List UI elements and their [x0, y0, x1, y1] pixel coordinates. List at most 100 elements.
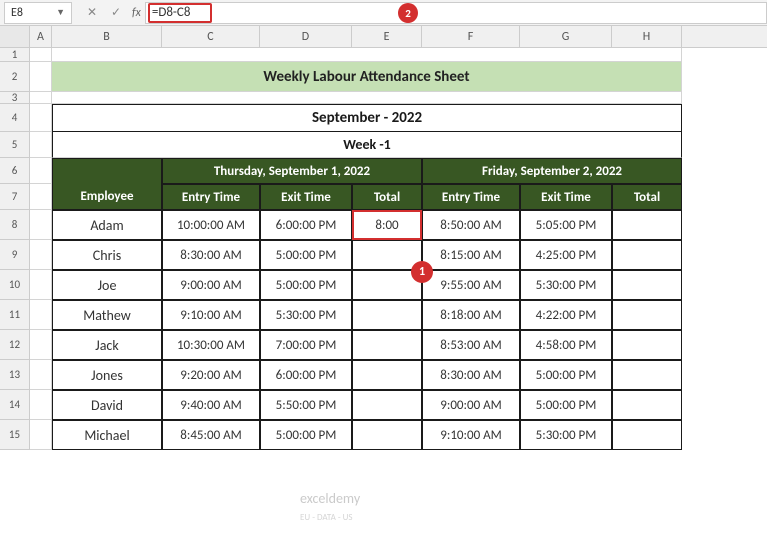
exit-time-1[interactable]: 5:30:00 PM: [260, 300, 352, 330]
entry-time-1[interactable]: 9:20:00 AM: [162, 360, 260, 390]
total-2[interactable]: [612, 330, 682, 360]
row-header[interactable]: 12: [0, 330, 30, 360]
formula-input[interactable]: =D8-C8: [145, 2, 767, 24]
cell[interactable]: [30, 270, 52, 300]
row-header[interactable]: 11: [0, 300, 30, 330]
exit-time-2[interactable]: 4:25:00 PM: [520, 240, 612, 270]
entry-time-2[interactable]: 8:50:00 AM: [422, 210, 520, 240]
exit-time-1[interactable]: 5:00:00 PM: [260, 240, 352, 270]
total-1[interactable]: [352, 360, 422, 390]
employee-name[interactable]: Chris: [52, 240, 162, 270]
employee-name[interactable]: Joe: [52, 270, 162, 300]
entry-header-1[interactable]: Entry Time: [162, 184, 260, 210]
exit-time-2[interactable]: 5:05:00 PM: [520, 210, 612, 240]
total-2[interactable]: [612, 210, 682, 240]
exit-time-2[interactable]: 5:30:00 PM: [520, 420, 612, 450]
cell[interactable]: [30, 390, 52, 420]
row-header[interactable]: 13: [0, 360, 30, 390]
day2-header[interactable]: Friday, September 2, 2022: [422, 158, 682, 184]
total-2[interactable]: [612, 240, 682, 270]
day1-header[interactable]: Thursday, September 1, 2022: [162, 158, 422, 184]
col-header-H[interactable]: H: [612, 26, 682, 47]
row-header[interactable]: 10: [0, 270, 30, 300]
exit-time-1[interactable]: 6:00:00 PM: [260, 210, 352, 240]
cell[interactable]: [30, 48, 52, 62]
cell[interactable]: [30, 420, 52, 450]
entry-time-1[interactable]: 9:40:00 AM: [162, 390, 260, 420]
total-2[interactable]: [612, 270, 682, 300]
entry-time-2[interactable]: 9:55:00 AM: [422, 270, 520, 300]
fx-icon[interactable]: fx: [132, 6, 141, 20]
row-header[interactable]: 14: [0, 390, 30, 420]
exit-header-2[interactable]: Exit Time: [520, 184, 612, 210]
entry-time-1[interactable]: 10:00:00 AM: [162, 210, 260, 240]
exit-time-1[interactable]: 5:00:00 PM: [260, 420, 352, 450]
cell[interactable]: [30, 210, 52, 240]
exit-time-2[interactable]: 4:58:00 PM: [520, 330, 612, 360]
cell[interactable]: [30, 132, 52, 158]
exit-time-2[interactable]: 5:00:00 PM: [520, 360, 612, 390]
total-1[interactable]: [352, 300, 422, 330]
employee-header[interactable]: Employee: [52, 184, 162, 210]
total-2[interactable]: [612, 300, 682, 330]
exit-time-2[interactable]: 5:30:00 PM: [520, 270, 612, 300]
name-box-dropdown-icon[interactable]: ▼: [56, 7, 65, 18]
col-header-G[interactable]: G: [520, 26, 612, 47]
month-header[interactable]: September - 2022: [52, 104, 682, 132]
cell[interactable]: [30, 300, 52, 330]
cell[interactable]: [52, 48, 682, 62]
cell[interactable]: [52, 92, 682, 104]
entry-header-2[interactable]: Entry Time: [422, 184, 520, 210]
row-header[interactable]: 9: [0, 240, 30, 270]
entry-time-2[interactable]: 9:10:00 AM: [422, 420, 520, 450]
cell[interactable]: [30, 330, 52, 360]
entry-time-1[interactable]: 8:45:00 AM: [162, 420, 260, 450]
entry-time-1[interactable]: 8:30:00 AM: [162, 240, 260, 270]
exit-time-2[interactable]: 4:22:00 PM: [520, 300, 612, 330]
col-header-E[interactable]: E: [352, 26, 422, 47]
entry-time-2[interactable]: 8:15:00 AM: [422, 240, 520, 270]
total-1[interactable]: 8:00: [352, 210, 422, 240]
employee-name[interactable]: Jack: [52, 330, 162, 360]
cell[interactable]: [30, 158, 52, 184]
row-header[interactable]: 7: [0, 184, 30, 210]
cancel-icon[interactable]: ✕: [80, 2, 104, 24]
enter-icon[interactable]: ✓: [104, 2, 128, 24]
total-1[interactable]: [352, 390, 422, 420]
entry-time-2[interactable]: 8:30:00 AM: [422, 360, 520, 390]
entry-time-1[interactable]: 9:10:00 AM: [162, 300, 260, 330]
total-1[interactable]: [352, 330, 422, 360]
cell[interactable]: [30, 360, 52, 390]
employee-name[interactable]: Adam: [52, 210, 162, 240]
employee-name[interactable]: Mathew: [52, 300, 162, 330]
exit-header-1[interactable]: Exit Time: [260, 184, 352, 210]
col-header-C[interactable]: C: [162, 26, 260, 47]
exit-time-1[interactable]: 7:00:00 PM: [260, 330, 352, 360]
employee-name[interactable]: Michael: [52, 420, 162, 450]
col-header-A[interactable]: A: [30, 26, 52, 47]
employee-name[interactable]: David: [52, 390, 162, 420]
row-header[interactable]: 15: [0, 420, 30, 450]
row-header[interactable]: 2: [0, 62, 30, 92]
entry-time-2[interactable]: 8:18:00 AM: [422, 300, 520, 330]
total-header-1[interactable]: Total: [352, 184, 422, 210]
total-2[interactable]: [612, 420, 682, 450]
cell[interactable]: [30, 62, 52, 92]
row-header[interactable]: 1: [0, 48, 30, 62]
row-header[interactable]: 8: [0, 210, 30, 240]
row-header[interactable]: 5: [0, 132, 30, 158]
entry-time-2[interactable]: 9:00:00 AM: [422, 390, 520, 420]
col-header-D[interactable]: D: [260, 26, 352, 47]
employee-name[interactable]: Jones: [52, 360, 162, 390]
row-header[interactable]: 4: [0, 104, 30, 132]
row-header[interactable]: 6: [0, 158, 30, 184]
col-header-F[interactable]: F: [422, 26, 520, 47]
exit-time-2[interactable]: 5:00:00 PM: [520, 390, 612, 420]
week-header[interactable]: Week -1: [52, 132, 682, 158]
employee-header-top[interactable]: [52, 158, 162, 184]
select-all-corner[interactable]: [0, 26, 30, 47]
name-box[interactable]: E8 ▼: [4, 2, 72, 24]
exit-time-1[interactable]: 5:00:00 PM: [260, 270, 352, 300]
total-1[interactable]: [352, 420, 422, 450]
cell[interactable]: [30, 104, 52, 132]
